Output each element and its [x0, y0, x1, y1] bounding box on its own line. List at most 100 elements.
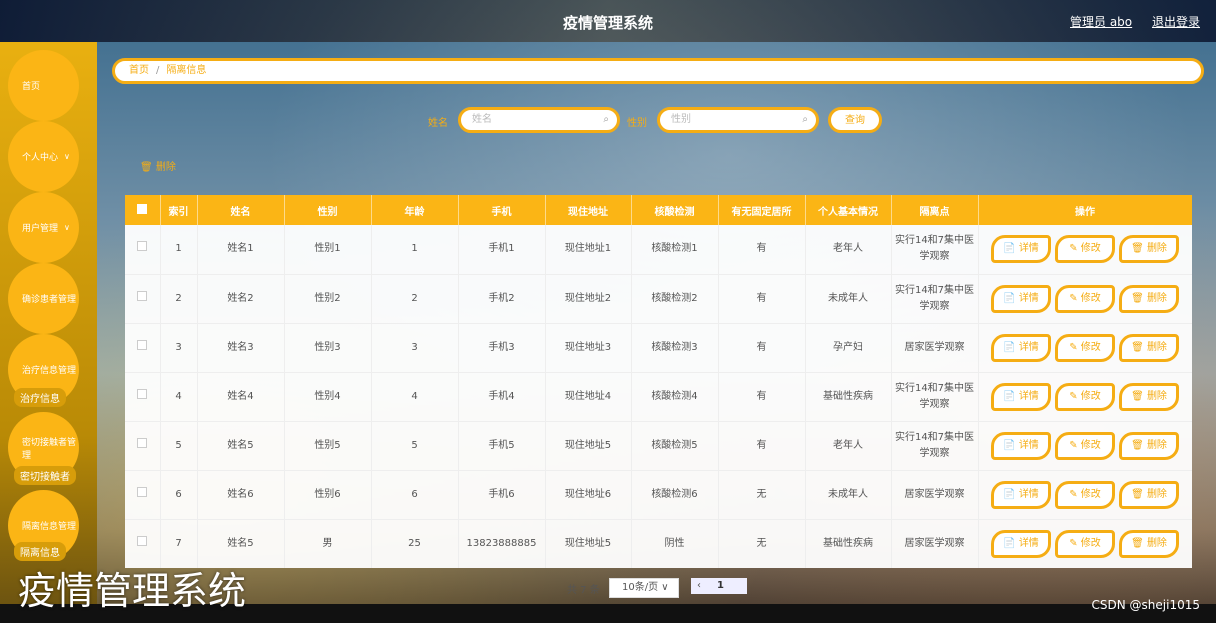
row-actions: 📄 详情 ✎ 修改 🗑 删除 [978, 323, 1192, 373]
gender-placeholder: 性别 [671, 114, 691, 125]
delete-button-label: 删除 [1146, 292, 1167, 304]
cell-status: 老年人 [805, 225, 892, 275]
pencil-icon: ✎ [1069, 390, 1081, 402]
cell-idx: 5 [160, 421, 198, 471]
cell-gender: 性别3 [284, 323, 372, 373]
column-header: 隔离点 [891, 195, 979, 225]
trash-icon: 🗑 [1131, 537, 1147, 549]
column-header: 姓名 [197, 195, 285, 225]
detail-button[interactable]: 📄 详情 [991, 382, 1051, 411]
document-icon: 📄 [1003, 390, 1019, 402]
cell-phone: 手机1 [458, 225, 546, 275]
column-header: 手机 [458, 195, 546, 225]
cell-status: 基础性疾病 [805, 372, 892, 422]
query-button[interactable]: 查询 [828, 107, 882, 133]
user-name[interactable]: 管理员 abo [1070, 15, 1132, 29]
select-all-checkbox[interactable] [125, 195, 161, 225]
edit-button[interactable]: ✎ 修改 [1055, 382, 1115, 411]
row-checkbox[interactable] [125, 225, 161, 275]
breadcrumb-separator: / [156, 65, 160, 76]
gender-search-input[interactable]: 性别 ⌕ [657, 107, 819, 133]
cell-gender: 性别6 [284, 470, 372, 520]
edit-button-label: 修改 [1080, 439, 1101, 451]
trash-icon: 🗑 [1131, 243, 1147, 255]
sidebar-item-label: 个人中心 [22, 153, 59, 163]
cell-gender: 男 [284, 519, 372, 568]
delete-button[interactable]: 🗑 删除 [1119, 480, 1179, 509]
detail-button[interactable]: 📄 详情 [991, 480, 1051, 509]
batch-delete-button[interactable]: 🗑 删除 [140, 158, 176, 173]
edit-button[interactable]: ✎ 修改 [1055, 284, 1115, 313]
row-checkbox[interactable] [125, 323, 161, 373]
cell-site: 实行14和7集中医学观察 [891, 274, 979, 324]
logout-link[interactable]: 退出登录 [1152, 15, 1200, 29]
edit-button[interactable]: ✎ 修改 [1055, 529, 1115, 558]
detail-button-label: 详情 [1018, 243, 1039, 255]
total-count: 共 7 条 [567, 585, 600, 596]
edit-button[interactable]: ✎ 修改 [1055, 431, 1115, 460]
detail-button[interactable]: 📄 详情 [991, 333, 1051, 362]
row-checkbox[interactable] [125, 372, 161, 422]
delete-button[interactable]: 🗑 删除 [1119, 382, 1179, 411]
row-actions: 📄 详情 ✎ 修改 🗑 删除 [978, 372, 1192, 422]
column-header: 有无固定居所 [718, 195, 806, 225]
row-checkbox[interactable] [125, 470, 161, 520]
breadcrumb: 首页 / 隔离信息 [112, 58, 1204, 84]
delete-button[interactable]: 🗑 删除 [1119, 431, 1179, 460]
table-header-row: 索引 姓名 性别 年龄 手机 现住地址 核酸检测 有无固定居所 个人基本情况 隔… [125, 195, 1192, 225]
breadcrumb-home[interactable]: 首页 [129, 65, 149, 76]
cell-phone: 手机3 [458, 323, 546, 373]
column-header: 操作 [978, 195, 1192, 225]
document-icon: 📄 [1003, 439, 1019, 451]
table-row: 2 姓名2 性别2 2 手机2 现住地址2 核酸检测2 有未成年人 实行14和7集中医学观察 📄 … [125, 274, 1192, 324]
delete-button[interactable]: 🗑 删除 [1119, 235, 1179, 264]
sidebar-item-users[interactable]: 用户管理 ∨ [8, 192, 79, 263]
current-page[interactable]: 1 [717, 578, 724, 594]
cell-address: 现住地址1 [545, 225, 632, 275]
cell-residence: 有 [718, 323, 806, 373]
cell-address: 现住地址6 [545, 470, 632, 520]
cell-name: 姓名3 [197, 323, 285, 373]
batch-delete-label: 删除 [155, 162, 176, 173]
cell-age: 6 [371, 470, 459, 520]
sidebar-item-patients[interactable]: 确诊患者管理 [8, 263, 79, 334]
breadcrumb-current: 隔离信息 [166, 65, 207, 76]
row-checkbox[interactable] [125, 274, 161, 324]
detail-button[interactable]: 📄 详情 [991, 235, 1051, 264]
detail-button[interactable]: 📄 详情 [991, 431, 1051, 460]
detail-button[interactable]: 📄 详情 [991, 529, 1051, 558]
row-actions: 📄 详情 ✎ 修改 🗑 删除 [978, 519, 1192, 568]
cell-site: 居家医学观察 [891, 323, 979, 373]
pencil-icon: ✎ [1069, 488, 1081, 500]
row-checkbox[interactable] [125, 421, 161, 471]
detail-button-label: 详情 [1018, 292, 1039, 304]
top-bar: 疫情管理系统 管理员 abo 退出登录 [0, 0, 1216, 42]
table-row: 3 姓名3 性别3 3 手机3 现住地址3 核酸检测3 有孕产妇 居家医学观察 📄 详情 ✎ 修改 🗑… [125, 323, 1192, 373]
delete-button-label: 删除 [1146, 243, 1167, 255]
detail-button[interactable]: 📄 详情 [991, 284, 1051, 313]
delete-button[interactable]: 🗑 删除 [1119, 529, 1179, 558]
cell-residence: 有 [718, 421, 806, 471]
cell-test: 核酸检测1 [631, 225, 719, 275]
cell-status: 基础性疾病 [805, 519, 892, 568]
cell-name: 姓名4 [197, 372, 285, 422]
cell-test: 阴性 [631, 519, 719, 568]
edit-button[interactable]: ✎ 修改 [1055, 480, 1115, 509]
sidebar-subitem-contacts[interactable]: 密切接触者 [14, 466, 76, 485]
delete-button[interactable]: 🗑 删除 [1119, 284, 1179, 313]
cell-address: 现住地址5 [545, 519, 632, 568]
page-size-select[interactable]: 10条/页 ∨ [609, 578, 679, 598]
edit-button[interactable]: ✎ 修改 [1055, 333, 1115, 362]
delete-button[interactable]: 🗑 删除 [1119, 333, 1179, 362]
cell-name: 姓名2 [197, 274, 285, 324]
edit-button[interactable]: ✎ 修改 [1055, 235, 1115, 264]
cell-age: 3 [371, 323, 459, 373]
pencil-icon: ✎ [1069, 341, 1081, 353]
cell-site: 实行14和7集中医学观察 [891, 372, 979, 422]
sidebar-subitem-treatment[interactable]: 治疗信息 [14, 388, 66, 407]
trash-icon: 🗑 [140, 162, 153, 173]
cell-idx: 1 [160, 225, 198, 275]
sidebar-subitem-isolation[interactable]: 隔离信息 [14, 542, 66, 561]
name-search-input[interactable]: 姓名 ⌕ [458, 107, 620, 133]
cell-phone: 手机4 [458, 372, 546, 422]
